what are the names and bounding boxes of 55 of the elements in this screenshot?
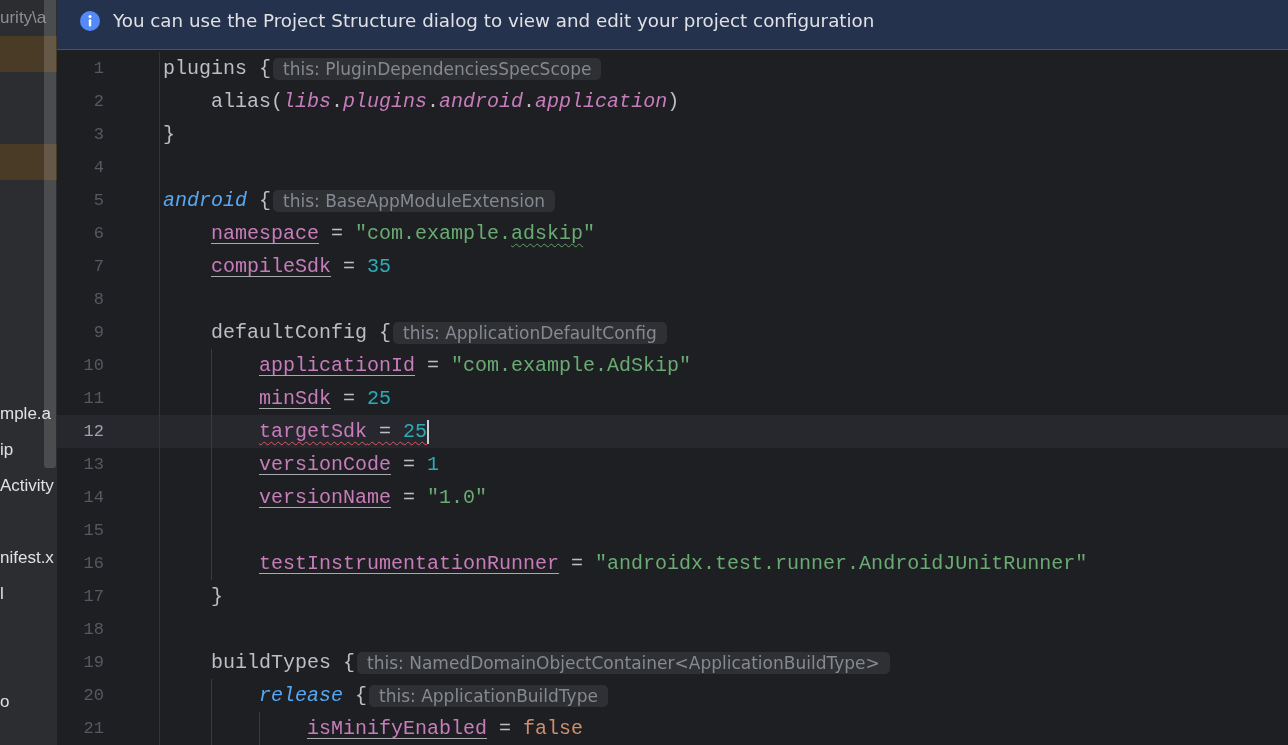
line-number: 4 bbox=[93, 158, 104, 177]
line-number: 3 bbox=[93, 125, 104, 144]
line-number: 8 bbox=[93, 290, 104, 309]
line-number: 13 bbox=[83, 455, 104, 474]
code-line: plugins { bbox=[163, 57, 272, 80]
inlay-hint: this: PluginDependenciesSpecScope bbox=[273, 57, 602, 80]
code-line: versionName = "1.0" bbox=[259, 486, 488, 509]
code-line: } bbox=[211, 585, 223, 608]
line-number: 12 bbox=[83, 422, 104, 441]
code-line: release { bbox=[259, 684, 368, 707]
code-line: namespace = "com.example.adskip" bbox=[211, 222, 596, 245]
banner-message: You can use the Project Structure dialog to view and edit your project configuration bbox=[113, 10, 875, 31]
tree-item[interactable]: o bbox=[0, 684, 57, 720]
tree-item[interactable]: mple.a bbox=[0, 396, 57, 432]
code-line: applicationId = "com.example.AdSkip" bbox=[259, 354, 692, 377]
tree-item[interactable]: urity\a bbox=[0, 0, 57, 36]
code-line: } bbox=[163, 123, 175, 146]
line-number: 1 bbox=[93, 59, 104, 78]
line-number: 21 bbox=[83, 719, 104, 738]
code-line: targetSdk = 25 bbox=[259, 420, 428, 443]
tree-item[interactable]: ip bbox=[0, 432, 57, 468]
code-line: buildTypes { bbox=[211, 651, 356, 674]
code-line: compileSdk = 35 bbox=[211, 255, 392, 278]
line-number: 18 bbox=[83, 620, 104, 639]
line-number: 19 bbox=[83, 653, 104, 672]
highlighted-tree-row[interactable] bbox=[0, 144, 57, 180]
line-number: 2 bbox=[93, 92, 104, 111]
line-number: 7 bbox=[93, 257, 104, 276]
code-line: alias(libs.plugins.android.application) bbox=[211, 90, 680, 113]
inlay-hint: this: ApplicationBuildType bbox=[369, 684, 608, 707]
code-line: minSdk = 25 bbox=[259, 387, 392, 410]
code-line: android { bbox=[163, 189, 272, 212]
line-number: 6 bbox=[93, 224, 104, 243]
line-number: 10 bbox=[83, 356, 104, 375]
line-number: 5 bbox=[93, 191, 104, 210]
tree-item[interactable]: l bbox=[0, 576, 57, 612]
text-cursor bbox=[427, 419, 430, 444]
tree-item[interactable]: nifest.x bbox=[0, 540, 57, 576]
tree-item[interactable]: Activity bbox=[0, 468, 57, 504]
info-icon bbox=[80, 10, 100, 31]
code-line: defaultConfig { bbox=[211, 321, 392, 344]
inlay-hint: this: NamedDomainObjectContainer<ApplicationBuildType> bbox=[357, 651, 890, 674]
code-line: testInstrumentationRunner = "androidx.test.runner.AndroidJUnitRunner" bbox=[259, 552, 1088, 575]
line-number: 11 bbox=[83, 389, 104, 408]
line-number: 17 bbox=[83, 587, 104, 606]
inlay-hint: this: BaseAppModuleExtension bbox=[273, 189, 556, 212]
line-number: 16 bbox=[83, 554, 104, 573]
code-line: versionCode = 1 bbox=[259, 453, 440, 476]
inlay-hint: this: ApplicationDefaultConfig bbox=[393, 321, 667, 344]
highlighted-tree-row[interactable] bbox=[0, 36, 57, 72]
code-line: isMinifyEnabled = false bbox=[307, 717, 584, 740]
line-number: 14 bbox=[83, 488, 104, 507]
line-number: 15 bbox=[83, 521, 104, 540]
line-number: 9 bbox=[93, 323, 104, 342]
line-number: 20 bbox=[83, 686, 104, 705]
